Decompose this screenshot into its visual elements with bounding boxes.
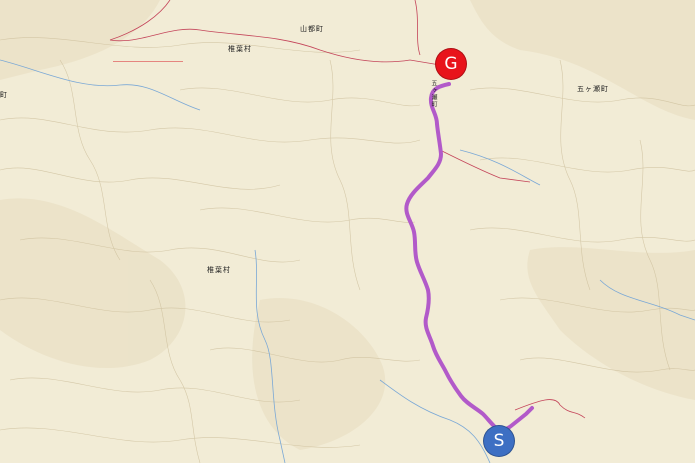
place-label-shiiba-north: 椎葉村 xyxy=(228,45,252,53)
goal-marker[interactable]: G xyxy=(435,48,467,80)
map-annotation xyxy=(113,56,183,62)
topographic-map[interactable]: 山都町 椎葉村 椎葉村 五ヶ瀬町 五ヶ瀬町 町 G S xyxy=(0,0,695,463)
place-label-gokase-west: 五ヶ瀬町 xyxy=(430,80,437,108)
start-marker-label: S xyxy=(493,431,505,451)
place-label-left-edge: 町 xyxy=(0,91,8,99)
goal-marker-label: G xyxy=(444,54,458,74)
place-label-yamato: 山都町 xyxy=(300,25,324,33)
map-terrain xyxy=(0,0,695,463)
place-label-shiiba-center: 椎葉村 xyxy=(207,266,231,274)
place-label-gokase-east: 五ヶ瀬町 xyxy=(577,85,609,93)
start-marker[interactable]: S xyxy=(483,425,515,457)
